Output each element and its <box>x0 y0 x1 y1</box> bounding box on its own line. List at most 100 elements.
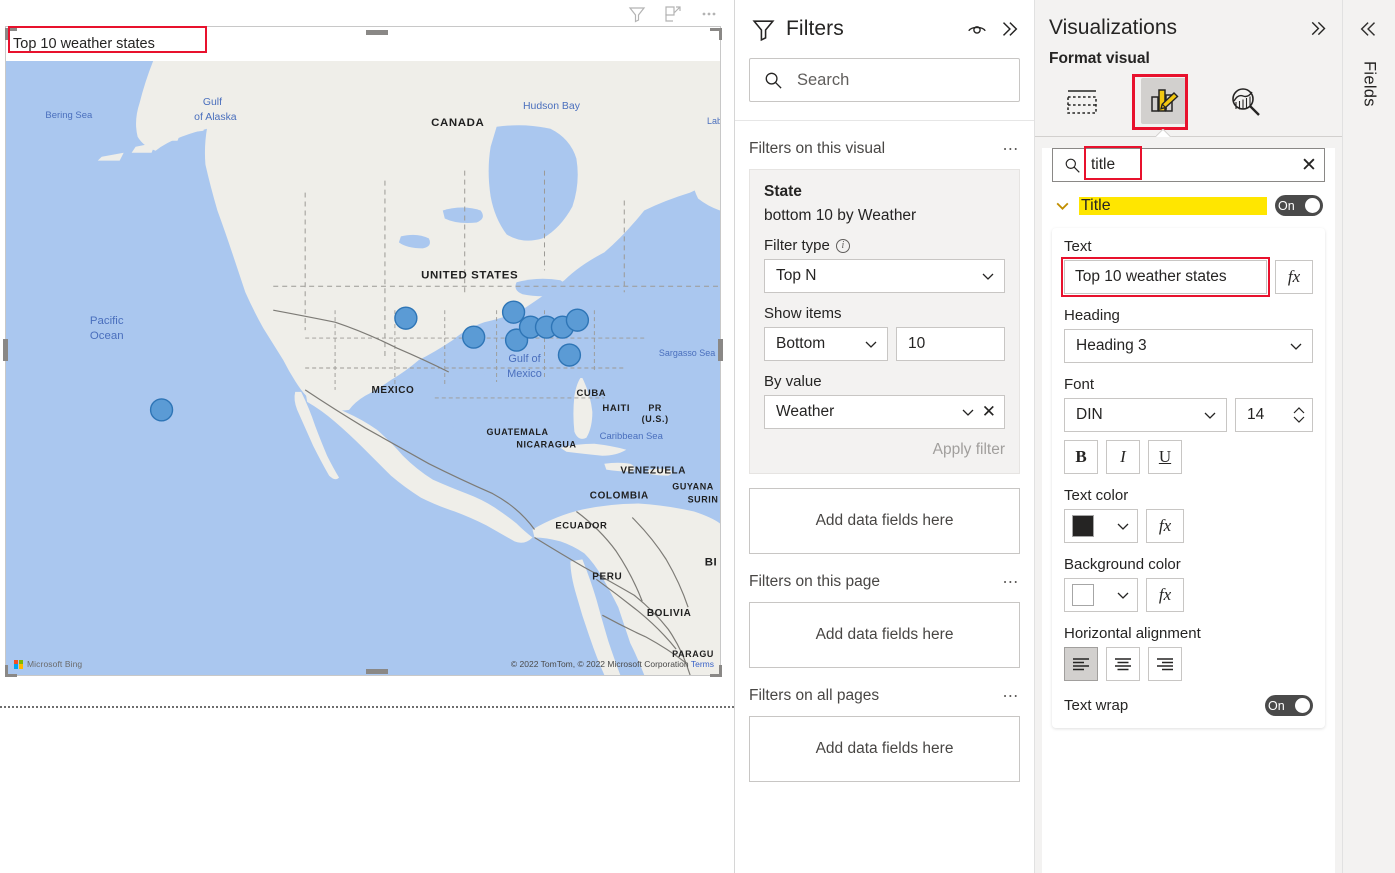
visual-title: Top 10 weather states <box>6 27 720 61</box>
page-filter-dropzone[interactable]: Add data fields here <box>749 602 1020 668</box>
page-boundary-divider <box>0 706 734 708</box>
chevron-down-icon <box>1202 407 1218 423</box>
map-data-bubble[interactable] <box>395 307 417 329</box>
tab-build-visual[interactable] <box>1059 78 1105 124</box>
stepper-arrows-icon[interactable] <box>1293 407 1305 423</box>
tab-analytics[interactable] <box>1223 78 1269 124</box>
eye-icon[interactable] <box>966 18 988 40</box>
section-more-options-icon[interactable]: ⋯ <box>1002 139 1020 159</box>
resize-handle-top-left[interactable] <box>5 28 19 42</box>
map-label: Gulf <box>203 97 222 108</box>
map-label: Caribbean Sea <box>600 431 664 442</box>
chevron-double-right-icon[interactable] <box>1307 18 1328 39</box>
font-size-stepper[interactable]: 14 <box>1235 398 1313 432</box>
map-label: Labr <box>707 116 720 126</box>
chevron-down-icon <box>1115 587 1131 603</box>
chevron-double-left-icon[interactable] <box>1358 18 1380 45</box>
all-pages-filter-dropzone[interactable]: Add data fields here <box>749 716 1020 782</box>
map-label: GUATEMALA <box>487 427 549 437</box>
map-data-bubble[interactable] <box>558 344 580 366</box>
map-attribution-text: © 2022 TomTom, © 2022 Microsoft Corporat… <box>511 659 689 669</box>
by-value-field[interactable]: Weather ✕ <box>764 395 1005 429</box>
map-label: VENEZUELA <box>620 466 686 477</box>
title-section-header[interactable]: Title On <box>1042 182 1335 216</box>
map-data-bubble[interactable] <box>463 326 485 348</box>
filters-search[interactable] <box>749 58 1020 102</box>
search-input[interactable] <box>795 70 1005 91</box>
filter-type-value: Top N <box>776 267 817 285</box>
resize-handle-top[interactable] <box>366 30 388 35</box>
filter-funnel-icon <box>751 17 776 42</box>
text-color-picker[interactable] <box>1064 509 1138 543</box>
align-right-button[interactable] <box>1148 647 1182 681</box>
font-family-dropdown[interactable]: DIN <box>1064 398 1227 432</box>
title-text-input[interactable]: Top 10 weather states <box>1064 260 1267 294</box>
filter-type-dropdown[interactable]: Top N <box>764 259 1005 293</box>
map-data-bubble[interactable] <box>503 301 525 323</box>
align-center-button[interactable] <box>1106 647 1140 681</box>
info-icon[interactable]: i <box>836 239 850 253</box>
focus-mode-icon[interactable] <box>662 3 684 25</box>
resize-handle-right[interactable] <box>718 339 723 361</box>
visualizations-header: Visualizations <box>1035 0 1342 40</box>
text-color-label: Text color <box>1064 487 1313 504</box>
filter-card-state[interactable]: State bottom 10 by Weather Filter type i… <box>749 169 1020 474</box>
bold-button[interactable]: B <box>1064 440 1098 474</box>
format-search-input[interactable] <box>1089 155 1293 175</box>
tab-format-visual[interactable] <box>1141 78 1187 124</box>
chevron-double-right-icon[interactable] <box>998 18 1020 40</box>
map-label: SURIN <box>688 495 719 505</box>
resize-handle-bottom[interactable] <box>366 669 388 674</box>
remove-field-icon[interactable]: ✕ <box>982 402 996 422</box>
background-color-swatch <box>1072 584 1094 606</box>
underline-button[interactable]: U <box>1148 440 1182 474</box>
analytics-magnifier-icon <box>1229 85 1263 117</box>
map-visual[interactable]: Top 10 weather states <box>5 26 721 676</box>
filter-type-label-text: Filter type <box>764 237 830 254</box>
chevron-down-icon <box>1288 338 1304 354</box>
section-label: Filters on this visual <box>749 140 885 158</box>
visual-filter-dropzone[interactable]: Add data fields here <box>749 488 1020 554</box>
italic-button[interactable]: I <box>1106 440 1140 474</box>
filters-on-visual-header: Filters on this visual ⋯ <box>749 139 1020 159</box>
more-options-icon[interactable] <box>698 3 720 25</box>
background-color-picker[interactable] <box>1064 578 1138 612</box>
map-data-bubble[interactable] <box>566 309 588 331</box>
toggle-knob <box>1305 198 1320 213</box>
resize-handle-bottom-left[interactable] <box>5 663 19 677</box>
map-label: Sargasso Sea <box>659 348 715 358</box>
text-color-fx-button[interactable]: fx <box>1146 509 1184 543</box>
title-toggle[interactable]: On <box>1275 195 1323 216</box>
map-label: CANADA <box>431 117 484 129</box>
resize-handle-top-right[interactable] <box>708 28 722 42</box>
fields-rail[interactable]: Fields <box>1343 0 1395 873</box>
align-left-icon <box>1071 656 1091 672</box>
show-items-count-input[interactable]: 10 <box>896 327 1005 361</box>
map-label: Mexico <box>507 368 542 380</box>
section-more-options-icon[interactable]: ⋯ <box>1002 572 1020 592</box>
apply-filter-button[interactable]: Apply filter <box>764 441 1005 459</box>
heading-label: Heading <box>1064 307 1313 324</box>
title-text-value: Top 10 weather states <box>1075 268 1227 286</box>
map-area[interactable]: Bering SeaGulfof AlaskaCANADAHudson BayL… <box>6 61 720 675</box>
section-more-options-icon[interactable]: ⋯ <box>1002 686 1020 706</box>
align-left-button[interactable] <box>1064 647 1098 681</box>
resize-handle-bottom-right[interactable] <box>708 663 722 677</box>
map-attribution: © 2022 TomTom, © 2022 Microsoft Corporat… <box>511 659 714 669</box>
heading-dropdown[interactable]: Heading 3 <box>1064 329 1313 363</box>
background-color-fx-button[interactable]: fx <box>1146 578 1184 612</box>
map-data-bubble[interactable] <box>151 399 173 421</box>
resize-handle-left[interactable] <box>3 339 8 361</box>
chevron-down-icon[interactable] <box>1054 197 1071 214</box>
chevron-down-icon <box>1115 518 1131 534</box>
text-wrap-toggle[interactable]: On <box>1265 695 1313 716</box>
filter-icon[interactable] <box>626 3 648 25</box>
by-value-field-name: Weather <box>776 403 834 421</box>
close-icon[interactable]: ✕ <box>1301 156 1317 175</box>
format-search[interactable]: ✕ <box>1052 148 1325 182</box>
show-items-direction-dropdown[interactable]: Bottom <box>764 327 888 361</box>
tabs-separator <box>1035 136 1342 137</box>
title-text-fx-button[interactable]: fx <box>1275 260 1313 294</box>
map-label: UNITED STATES <box>421 269 518 281</box>
filters-pane-title: Filters <box>786 17 956 41</box>
